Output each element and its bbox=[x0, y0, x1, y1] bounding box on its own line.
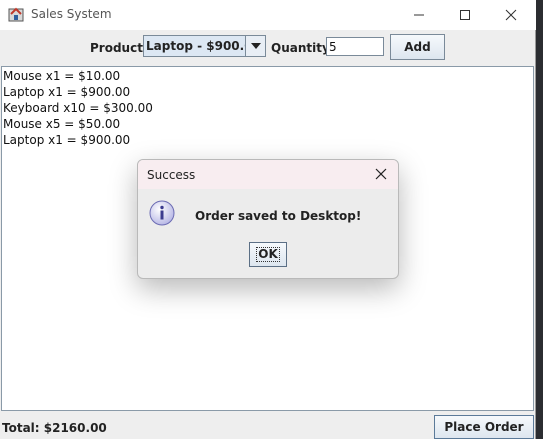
maximize-icon bbox=[460, 10, 470, 20]
add-button[interactable]: Add bbox=[390, 34, 445, 60]
order-line: Keyboard x10 = $300.00 bbox=[3, 101, 153, 115]
product-select-value: Laptop - $900.0 bbox=[146, 39, 253, 53]
close-icon bbox=[505, 9, 517, 21]
dialog-titlebar[interactable]: Success bbox=[138, 160, 398, 189]
info-icon bbox=[149, 200, 175, 226]
order-line: Laptop x1 = $900.00 bbox=[3, 133, 131, 147]
toolbar bbox=[0, 30, 536, 66]
maximize-button[interactable] bbox=[442, 0, 488, 30]
window-titlebar[interactable]: Sales System bbox=[0, 0, 536, 30]
order-total: Total: $2160.00 bbox=[2, 421, 107, 435]
product-select[interactable]: Laptop - $900.0 bbox=[143, 35, 266, 57]
order-line: Mouse x1 = $10.00 bbox=[3, 69, 121, 83]
minimize-icon bbox=[414, 14, 424, 16]
close-icon[interactable] bbox=[374, 167, 388, 181]
dialog-title: Success bbox=[147, 168, 196, 182]
dialog-message: Order saved to Desktop! bbox=[195, 209, 362, 223]
order-line: Mouse x5 = $50.00 bbox=[3, 117, 121, 131]
product-label: Product: bbox=[90, 41, 148, 55]
chevron-down-icon bbox=[250, 42, 261, 49]
place-order-button[interactable]: Place Order bbox=[434, 415, 534, 439]
ok-button-label: OK bbox=[256, 247, 280, 262]
app-icon bbox=[8, 7, 24, 22]
ok-button[interactable]: OK bbox=[249, 242, 287, 267]
quantity-field[interactable] bbox=[326, 37, 384, 56]
product-select-arrow[interactable] bbox=[245, 36, 265, 56]
window-title: Sales System bbox=[31, 7, 112, 21]
close-button[interactable] bbox=[488, 0, 534, 30]
success-dialog: Success Order saved to Desktop! OK bbox=[137, 159, 399, 279]
minimize-button[interactable] bbox=[396, 0, 442, 30]
order-line: Laptop x1 = $900.00 bbox=[3, 85, 131, 99]
